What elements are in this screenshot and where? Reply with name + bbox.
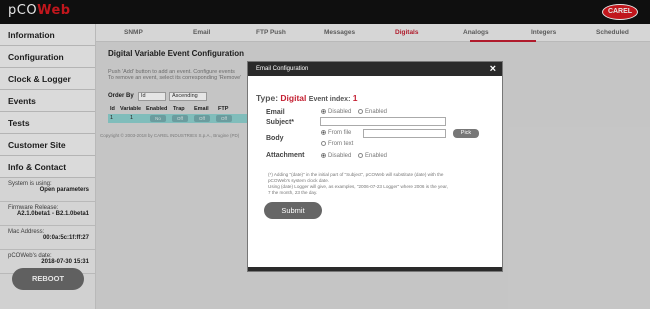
pick-button[interactable]: Pick	[453, 129, 479, 138]
date-note-line-4: 7 the month, 23 the day.	[268, 190, 318, 195]
body-from-file-radio[interactable]: From file	[321, 130, 351, 136]
body-from-text-radio[interactable]: From text	[321, 141, 353, 147]
attachment-enabled-radio[interactable]: Enabled	[358, 153, 387, 159]
dialog-footer-bar	[248, 267, 502, 271]
email-label: Email	[266, 109, 285, 116]
body-label: Body	[266, 135, 284, 142]
attachment-label: Attachment	[266, 152, 305, 159]
email-configuration-dialog: Email Configuration × Type: Digital Even…	[247, 61, 503, 272]
close-icon[interactable]: ×	[490, 63, 496, 75]
dialog-title: Email Configuration	[248, 62, 502, 76]
subject-input[interactable]	[320, 117, 446, 126]
subject-label: Subject*	[266, 119, 295, 126]
event-type-line: Type: Digital Event index: 1	[256, 93, 358, 103]
submit-button[interactable]: Submit	[264, 202, 322, 219]
attachment-disabled-radio[interactable]: Disabled	[321, 153, 351, 159]
email-disabled-radio[interactable]: Disabled	[321, 109, 351, 115]
body-file-input[interactable]	[363, 129, 446, 138]
email-enabled-radio[interactable]: Enabled	[358, 109, 387, 115]
